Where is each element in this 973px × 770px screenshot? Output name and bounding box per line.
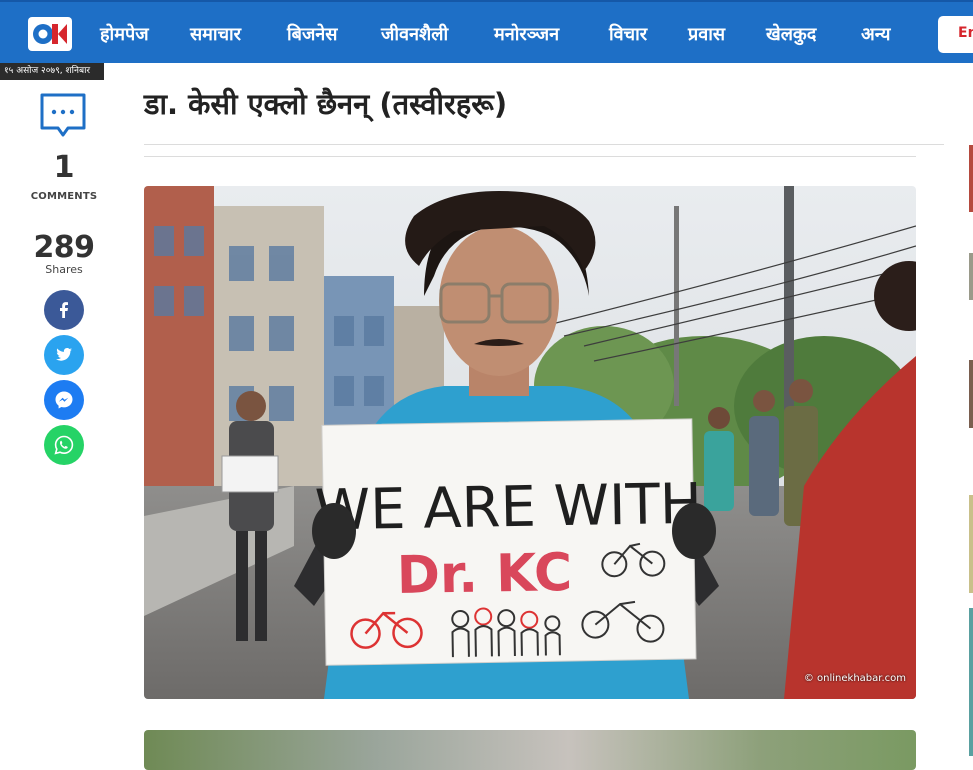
article-photo-2[interactable] <box>144 730 916 770</box>
nav-item-lifestyle[interactable]: जीवनशैली <box>381 22 448 46</box>
article-title: डा. केसी एक्लो छैनन् (तस्वीरहरू) <box>144 87 508 121</box>
sign-text-line-2: Dr. KC <box>396 543 572 606</box>
messenger-share-button[interactable] <box>44 380 84 420</box>
content-divider <box>144 156 916 157</box>
nav-item-sports[interactable]: खेलकुद <box>766 22 816 46</box>
messenger-icon <box>55 391 73 409</box>
title-divider <box>144 144 944 145</box>
nav-item-diaspora[interactable]: प्रवास <box>688 22 725 46</box>
site-logo[interactable] <box>28 17 72 51</box>
english-edition-button[interactable]: En <box>938 16 973 53</box>
nav-item-opinion[interactable]: विचार <box>609 22 647 46</box>
logo-mark-icon <box>33 24 67 44</box>
shares-label: Shares <box>45 263 83 276</box>
nav-item-news[interactable]: समाचार <box>190 22 241 46</box>
sidebar-thumbnail[interactable] <box>969 253 973 300</box>
top-navigation-bar: होमपेज समाचार बिजनेस जीवनशैली मनोरञ्जन व… <box>0 0 973 63</box>
twitter-icon <box>56 348 72 361</box>
sidebar-thumbnail[interactable] <box>969 608 973 756</box>
comment-count[interactable]: 1 <box>0 150 128 185</box>
whatsapp-share-button[interactable] <box>44 425 84 465</box>
current-date: १५ असोज २०७९, शनिबार <box>0 63 104 80</box>
facebook-share-button[interactable] <box>44 290 84 330</box>
sidebar-thumbnail[interactable] <box>969 360 973 428</box>
comment-icon[interactable] <box>39 92 87 138</box>
photo-credit: © onlinekhabar.com <box>803 673 906 684</box>
article-photo[interactable]: WE ARE WITH Dr. KC © onlinekhabar.com <box>144 186 916 699</box>
share-count: 289 <box>33 230 95 265</box>
sign-text-line-1: WE ARE WITH <box>314 472 702 544</box>
nav-item-business[interactable]: बिजनेस <box>287 22 337 46</box>
sidebar-thumbnail[interactable] <box>969 145 973 212</box>
whatsapp-icon <box>54 435 74 455</box>
twitter-share-button[interactable] <box>44 335 84 375</box>
sidebar-thumbnail[interactable] <box>969 495 973 593</box>
nav-item-homepage[interactable]: होमपेज <box>100 22 149 46</box>
protest-photo-illustration: WE ARE WITH Dr. KC <box>144 186 916 699</box>
nav-item-other[interactable]: अन्य <box>861 22 891 46</box>
comments-label: COMMENTS <box>30 191 98 202</box>
facebook-icon <box>60 302 68 318</box>
nav-item-entertainment[interactable]: मनोरञ्जन <box>494 22 559 46</box>
